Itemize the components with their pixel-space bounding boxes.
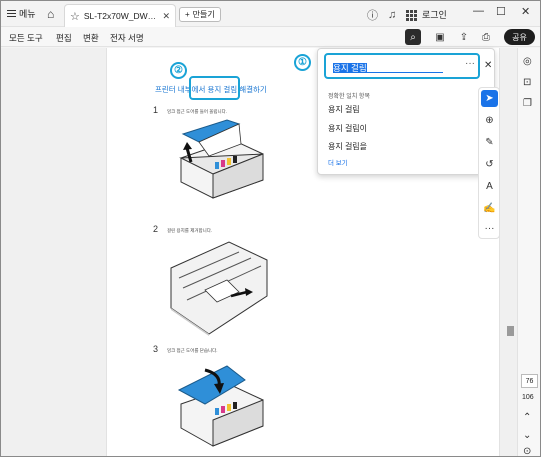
maximize-icon[interactable]: ☐ <box>496 5 506 18</box>
home-icon[interactable]: ⌂ <box>47 7 54 21</box>
print-icon[interactable]: ⎙ <box>478 29 494 45</box>
page-up-icon[interactable]: ⌃ <box>523 412 531 423</box>
login-button[interactable]: 로그인 <box>422 8 447 21</box>
step-text: 잉크 접근 도어를 닫습니다. <box>167 348 218 353</box>
results-section-title: 정확한 일치 항목 <box>328 94 370 100</box>
printer-open-illustration <box>179 119 264 199</box>
find-box: 용지 걸림 ··· <box>324 53 480 79</box>
step-number: 3 <box>153 344 159 354</box>
step-number: 2 <box>153 224 159 234</box>
tab-close-icon[interactable]: ✕ <box>162 11 170 22</box>
minimize-icon[interactable]: — <box>473 5 484 17</box>
bell-icon[interactable]: ♫ <box>388 9 396 21</box>
lasso-tool-icon[interactable]: ↺ <box>481 156 498 173</box>
step-text: 걸린 용지를 제거합니다. <box>167 228 213 233</box>
ai-assistant-icon[interactable]: ◎ <box>523 56 532 67</box>
star-icon[interactable]: ☆ <box>70 10 80 23</box>
main-toolbar: 모든 도구 편집 변환 전자 서명 ⌕ ▣ ⇪ ⎙ 공유 <box>1 27 540 47</box>
tab-title: SL-T2x70W_DW_Seri... <box>83 11 159 21</box>
step-text: 잉크 접근 도어를 들어 올립니다. <box>167 109 228 114</box>
edit-menu[interactable]: 편집 <box>56 32 72 44</box>
select-tool-icon[interactable]: ➤ <box>481 90 498 107</box>
right-sidebar: ◎ ⊡ ❐ 76 106 ⌃ ⌄ ⊙ <box>517 48 540 456</box>
result-item[interactable]: 용지 걸림 <box>328 104 360 115</box>
plus-icon: + <box>185 10 190 19</box>
printer-close-illustration <box>177 365 264 447</box>
scrollbar-thumb[interactable] <box>507 326 514 336</box>
more-options-icon[interactable]: ··· <box>465 58 475 69</box>
menu-label: 메뉴 <box>19 9 36 19</box>
find-query: 용지 걸림 <box>333 63 367 73</box>
step-number: 1 <box>153 105 159 115</box>
annotation-badge-1: ① <box>294 54 311 71</box>
fit-page-icon[interactable]: ⊙ <box>523 446 531 456</box>
result-item[interactable]: 용지 걸림을 <box>328 141 367 152</box>
title-bar: 메뉴 ⌂ ☆ SL-T2x70W_DW_Seri... ✕ + 만들기 ⓘ ♫ … <box>1 1 540 27</box>
upload-icon[interactable]: ⇪ <box>456 29 472 45</box>
comments-panel-icon[interactable]: ⊡ <box>523 77 531 88</box>
comment-tool-icon[interactable]: ⊕ <box>481 112 498 129</box>
search-icon[interactable]: ⌕ <box>405 29 421 45</box>
paper-jam-illustration <box>170 241 268 336</box>
find-panel: 용지 걸림 ··· ✕ ① 정확한 일치 항목 용지 걸림 용지 걸림이 용지 … <box>294 48 495 175</box>
convert-menu[interactable]: 변환 <box>83 32 99 44</box>
show-more-link[interactable]: 더 보기 <box>328 157 348 167</box>
page-down-icon[interactable]: ⌄ <box>523 430 531 441</box>
app-window: 메뉴 ⌂ ☆ SL-T2x70W_DW_Seri... ✕ + 만들기 ⓘ ♫ … <box>0 0 541 457</box>
new-tab-button[interactable]: + 만들기 <box>179 7 221 22</box>
esign-menu[interactable]: 전자 서명 <box>110 32 144 44</box>
highlight-box <box>189 76 240 100</box>
window-close-icon[interactable]: ✕ <box>521 5 530 18</box>
quick-tools-rail: ➤ ⊕ ✎ ↺ A ✍ ··· <box>478 87 500 239</box>
share-button[interactable]: 공유 <box>504 29 535 45</box>
hamburger-icon <box>7 10 16 17</box>
new-tab-label: 만들기 <box>192 10 215 19</box>
all-tools-menu[interactable]: 모든 도구 <box>9 32 43 44</box>
find-input[interactable]: 용지 걸림 <box>333 62 443 73</box>
find-close-icon[interactable]: ✕ <box>484 60 492 71</box>
signature-tool-icon[interactable]: ✍ <box>481 200 498 217</box>
result-item[interactable]: 용지 걸림이 <box>328 123 367 134</box>
pen-tool-icon[interactable]: ✎ <box>481 134 498 151</box>
apps-icon[interactable] <box>406 9 418 21</box>
document-tab[interactable]: ☆ SL-T2x70W_DW_Seri... ✕ <box>64 4 176 27</box>
menu-button[interactable]: 메뉴 <box>7 7 36 20</box>
save-icon[interactable]: ▣ <box>432 29 448 45</box>
titlebar-icons: ⓘ ♫ <box>367 7 418 23</box>
help-icon[interactable]: ⓘ <box>367 7 378 23</box>
pages-panel-icon[interactable]: ❐ <box>523 98 532 109</box>
text-tool-icon[interactable]: A <box>481 178 498 195</box>
annotation-badge-2: ② <box>170 62 187 79</box>
total-pages: 106 <box>522 394 534 401</box>
current-page-field[interactable]: 76 <box>521 374 538 388</box>
more-tools-icon[interactable]: ··· <box>481 220 498 237</box>
